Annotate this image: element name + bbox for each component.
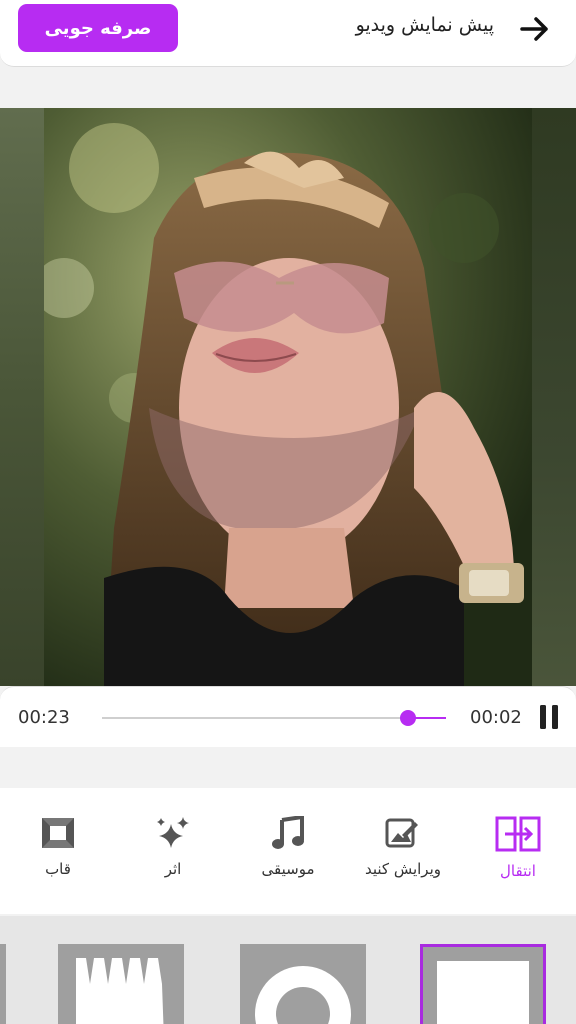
square-transition-icon: [423, 947, 543, 1024]
page-title: پیش نمایش ویدیو: [355, 14, 494, 36]
blur-background-right: [532, 108, 576, 686]
editor-toolbar: انتقال ویرایش کنید موسیقی اثر قاب: [0, 788, 576, 914]
sparkle-icon: [157, 817, 189, 848]
blur-background-left: [0, 108, 44, 686]
top-app-bar: صرفه جویی پیش نمایش ویدیو: [0, 0, 576, 67]
tool-frame-label: قاب: [45, 860, 71, 878]
frame-icon: [42, 818, 74, 848]
tool-edit-label: ویرایش کنید: [365, 860, 441, 878]
total-duration: 00:23: [18, 707, 70, 728]
playback-controls: 00:23 00:02: [0, 686, 576, 747]
circle-transition-icon: [255, 966, 351, 1024]
save-button[interactable]: صرفه جویی: [18, 4, 178, 52]
tool-transition[interactable]: انتقال: [463, 816, 573, 880]
transition-options-strip[interactable]: [0, 916, 576, 1024]
pause-icon[interactable]: [538, 704, 560, 730]
video-frame-image: [44, 108, 532, 686]
tool-transition-label: انتقال: [500, 862, 536, 880]
transition-icon: [495, 816, 541, 852]
tool-edit[interactable]: ویرایش کنید: [348, 816, 458, 878]
seek-thumb[interactable]: [400, 710, 417, 726]
transition-option[interactable]: [240, 944, 366, 1024]
current-time: 00:02: [470, 707, 522, 728]
video-preview[interactable]: [0, 108, 576, 686]
seek-bar[interactable]: [102, 710, 446, 726]
tool-music-label: موسیقی: [261, 860, 315, 878]
tool-frame[interactable]: قاب: [3, 816, 113, 878]
transition-option[interactable]: [0, 944, 6, 1024]
tool-effect-label: اثر: [164, 860, 182, 878]
tool-effect[interactable]: اثر: [118, 816, 228, 878]
arrow-right-icon[interactable]: [518, 12, 552, 46]
transition-option-selected[interactable]: [420, 944, 546, 1024]
edit-image-icon: [385, 818, 418, 848]
music-icon: [272, 816, 304, 849]
transition-option[interactable]: [58, 944, 184, 1024]
tool-music[interactable]: موسیقی: [233, 816, 343, 878]
bars-transition-icon: [76, 958, 164, 1024]
